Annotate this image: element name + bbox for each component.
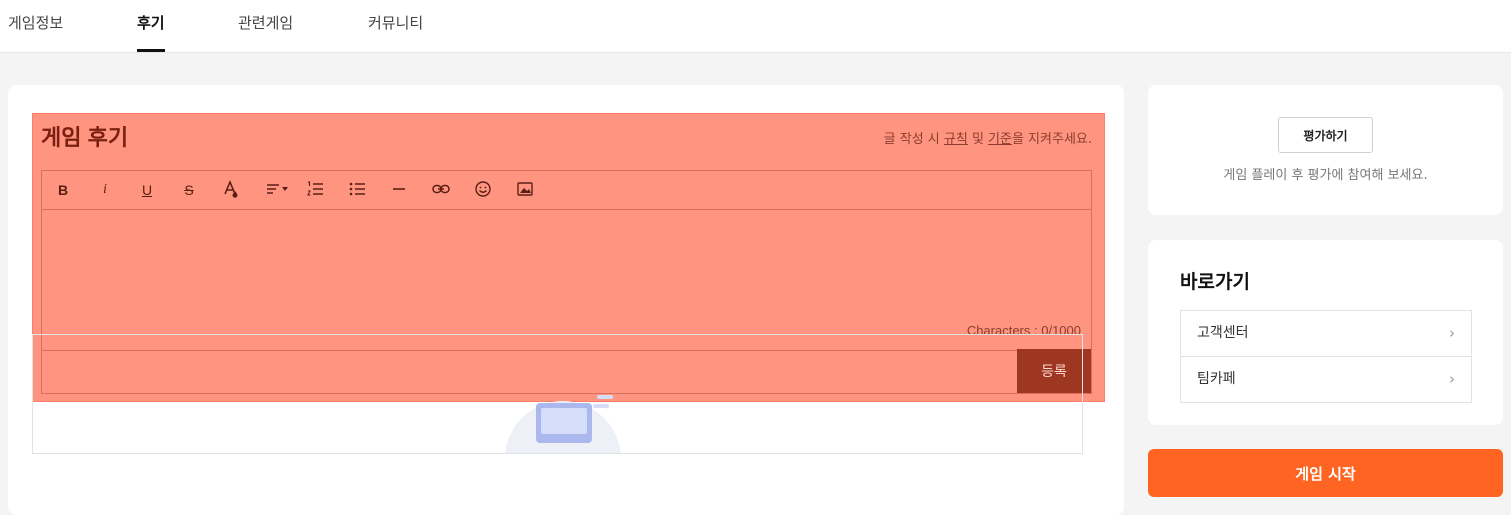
shortcut-title: 바로가기 [1180,271,1250,293]
chevron-right-icon: › [1449,370,1455,388]
rating-description: 게임 플레이 후 평가에 참여해 보세요. [1223,168,1428,183]
bullet-list-icon [349,182,365,196]
bold-button[interactable]: B [52,180,74,200]
guide-rules-link[interactable]: 규칙 [944,132,968,147]
rating-card: 평가하기 게임 플레이 후 평가에 참여해 보세요. [1148,85,1503,215]
review-list-empty [32,334,1083,454]
shortcut-list: 고객센터 › 팀카페 › [1180,310,1472,403]
writing-guide: 글 작성 시 규칙 및 기준을 지켜주세요. [884,128,1092,147]
review-text-area[interactable]: Characters : 0/1000 [42,210,1091,351]
guide-and: 및 [967,132,989,147]
ordered-list-icon [307,181,323,196]
tab-related-games[interactable]: 관련게임 [238,0,293,52]
start-game-button[interactable]: 게임 시작 [1148,449,1503,497]
tab-reviews[interactable]: 후기 [137,0,165,52]
align-dropdown-button[interactable] [264,180,294,200]
image-icon [517,182,533,196]
bullet-list-button[interactable] [346,180,368,200]
empty-state-illustration [505,395,621,453]
horizontal-rule-icon [393,188,405,190]
chevron-right-icon: › [1449,324,1455,342]
shortcut-customer-center[interactable]: 고객센터 › [1181,311,1471,356]
ordered-list-button[interactable] [304,180,326,200]
link-icon [432,184,450,194]
top-nav: 게임정보 후기 관련게임 커뮤니티 [0,0,1511,53]
shortcut-card: 바로가기 고객센터 › 팀카페 › [1148,240,1503,425]
strikethrough-button[interactable]: S [178,180,200,200]
rate-button[interactable]: 평가하기 [1278,117,1373,153]
font-color-button[interactable] [220,179,242,200]
image-button[interactable] [514,180,536,200]
shortcut-team-cafe[interactable]: 팀카페 › [1181,356,1471,402]
shortcut-label: 팀카페 [1197,371,1236,387]
review-title: 게임 후기 [41,125,129,150]
horizontal-rule-button[interactable] [388,180,410,200]
tab-community[interactable]: 커뮤니티 [368,0,423,52]
guide-standard-link[interactable]: 기준 [988,132,1012,147]
emoji-button[interactable] [472,180,494,200]
guide-suffix: 을 지켜주세요. [1011,132,1092,147]
underline-button[interactable]: U [136,180,158,200]
link-button[interactable] [430,180,452,200]
editor-toolbar: B i U S [42,171,1091,210]
shortcut-label: 고객센터 [1197,325,1249,341]
smile-icon [475,181,491,197]
italic-button[interactable]: i [94,180,116,200]
align-left-icon [267,184,288,194]
tab-game-info[interactable]: 게임정보 [8,0,63,52]
guide-prefix: 글 작성 시 [883,132,944,147]
font-color-icon [224,179,238,198]
